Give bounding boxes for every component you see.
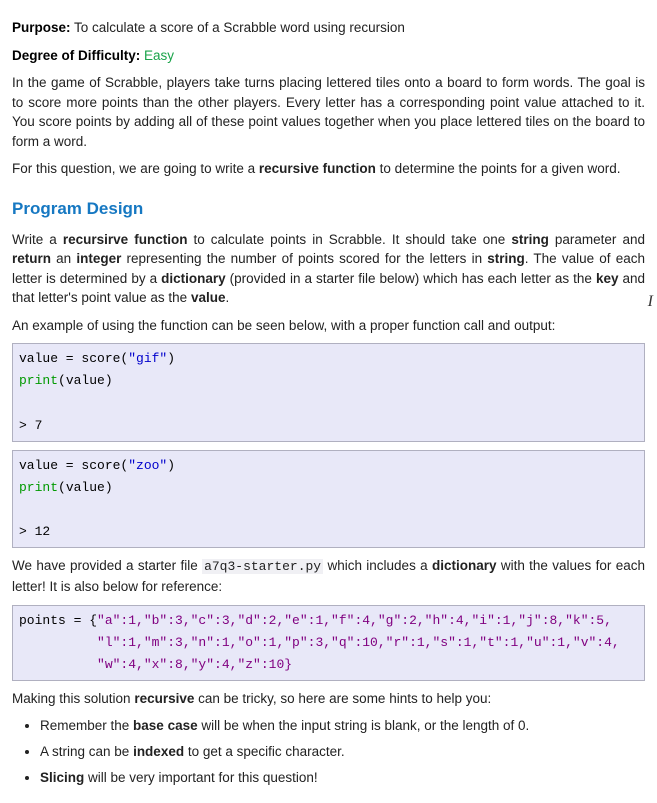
code-block-example-2: value = score("zoo") print(value) > 12 bbox=[12, 450, 645, 548]
intro-paragraph-2: For this question, we are going to write… bbox=[12, 159, 645, 179]
program-design-heading: Program Design bbox=[12, 197, 645, 222]
difficulty-label: Degree of Difficulty: bbox=[12, 48, 140, 63]
intro-paragraph-1: In the game of Scrabble, players take tu… bbox=[12, 73, 645, 151]
difficulty-line: Degree of Difficulty: Easy bbox=[12, 46, 645, 66]
starter-paragraph: We have provided a starter file a7q3-sta… bbox=[12, 556, 645, 596]
difficulty-value: Easy bbox=[140, 48, 174, 63]
purpose-label: Purpose: bbox=[12, 20, 71, 35]
code-block-points-dict: points = {"a":1,"b":3,"c":3,"d":2,"e":1,… bbox=[12, 605, 645, 681]
hint-item-2: A string can be indexed to get a specifi… bbox=[40, 742, 645, 762]
starter-filename: a7q3-starter.py bbox=[202, 559, 323, 574]
example-intro: An example of using the function can be … bbox=[12, 316, 645, 336]
code-block-example-1: value = score("gif") print(value) > 7 bbox=[12, 343, 645, 441]
hint-item-3: Slicing will be very important for this … bbox=[40, 768, 645, 788]
text-cursor-icon: I bbox=[648, 290, 653, 313]
hints-intro: Making this solution recursive can be tr… bbox=[12, 689, 645, 709]
design-paragraph: Write a recursirve function to calculate… bbox=[12, 230, 645, 308]
purpose-line: Purpose: To calculate a score of a Scrab… bbox=[12, 18, 645, 38]
purpose-text: To calculate a score of a Scrabble word … bbox=[71, 20, 405, 35]
hint-item-1: Remember the base case will be when the … bbox=[40, 716, 645, 736]
hints-list: Remember the base case will be when the … bbox=[12, 716, 645, 787]
